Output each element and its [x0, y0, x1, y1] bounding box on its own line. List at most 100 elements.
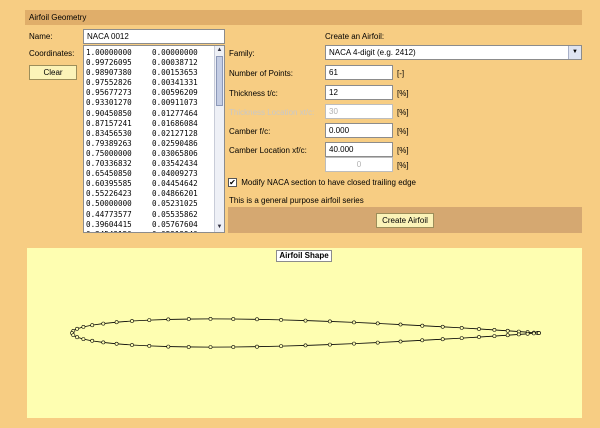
airfoil-point: [101, 321, 106, 326]
coordinate-row: 0.55226423 0.04866201: [86, 189, 214, 199]
camber-location-input[interactable]: 40.000: [325, 142, 393, 157]
thickness-location-input: 30: [325, 104, 393, 119]
coordinate-x: 0.39604415: [86, 219, 132, 229]
points-input[interactable]: 61: [325, 65, 393, 80]
airfoil-point: [114, 320, 119, 325]
airfoil-point: [352, 320, 356, 325]
coordinate-y: 0.05913940: [152, 230, 198, 232]
coordinates-scrollbar[interactable]: ▲ ▼: [214, 46, 224, 232]
airfoil-outline: [71, 318, 540, 348]
airfoil-point: [492, 328, 497, 332]
thickness-input[interactable]: 12: [325, 85, 393, 100]
airfoil-point: [130, 319, 134, 323]
airfoil-point: [147, 318, 152, 323]
airfoil-point: [186, 317, 191, 321]
coordinate-row: 0.98907380 0.00153653: [86, 68, 214, 78]
coordinate-row: 0.39604415 0.05767604: [86, 220, 214, 230]
airfoil-point: [255, 344, 259, 349]
name-label: Name:: [29, 32, 53, 41]
coordinate-x: 0.99726095: [86, 58, 132, 68]
points-unit: [-]: [397, 69, 405, 78]
airfoil-point: [279, 344, 284, 349]
airfoil-point: [279, 318, 284, 322]
closed-te-row[interactable]: ✔ Modify NACA section to have closed tra…: [228, 178, 416, 188]
airfoil-point: [459, 326, 464, 330]
coordinate-y: 0.02590486: [152, 138, 198, 148]
section-title: Airfoil Geometry: [29, 13, 87, 22]
airfoil-point: [81, 325, 86, 329]
airfoil-point: [208, 317, 213, 321]
coordinate-x: 0.83456530: [86, 128, 132, 138]
airfoil-point: [398, 322, 403, 327]
airfoil-point: [440, 324, 445, 329]
airfoil-point: [166, 317, 171, 322]
airfoil-point: [147, 344, 152, 348]
closed-te-label: Modify NACA section to have closed trail…: [241, 178, 416, 188]
coordinate-x: 0.97552826: [86, 78, 132, 88]
coordinate-y: 0.02127128: [152, 128, 198, 138]
airfoil-point: [505, 333, 510, 338]
coordinate-row: 0.97552826 0.00341331: [86, 78, 214, 88]
airfoil-point: [231, 345, 236, 349]
coordinate-row: 0.83456530 0.02127128: [86, 129, 214, 139]
scroll-thumb[interactable]: [216, 56, 223, 106]
coordinate-x: 0.50000000: [86, 199, 132, 209]
coordinate-row: 0.79389263 0.02590486: [86, 139, 214, 149]
airfoil-point: [81, 337, 86, 342]
coordinate-row: 0.90450850 0.01277464: [86, 109, 214, 119]
points-label: Number of Points:: [229, 69, 294, 78]
airfoil-point: [516, 332, 521, 337]
coordinates-textarea[interactable]: 1.00000000 0.00000000 0.99726095 0.00038712…: [83, 45, 225, 233]
coordinate-x: 0.79389263: [86, 138, 132, 148]
airfoil-point: [231, 317, 236, 321]
airfoil-point: [375, 321, 380, 326]
coordinate-x: 0.75000000: [86, 148, 132, 158]
camber-location-unit: [%]: [397, 146, 409, 155]
clear-button[interactable]: Clear: [29, 65, 77, 80]
coordinate-row: 0.50000000 0.05231025: [86, 199, 214, 209]
airfoil-point: [352, 341, 356, 346]
coordinate-row: 0.99726095 0.00038712: [86, 58, 214, 68]
camber-label: Camber f/c:: [229, 127, 271, 136]
airfoil-point: [90, 323, 95, 328]
airfoil-point: [255, 317, 259, 322]
airfoil-point: [477, 327, 481, 331]
airfoil-point: [420, 323, 425, 328]
family-description: This is a general purpose airfoil series: [229, 196, 364, 205]
family-selected-value: NACA 4-digit (e.g. 2412): [329, 48, 416, 57]
airfoil-point: [327, 319, 332, 324]
coordinate-y: 0.03065806: [152, 148, 198, 158]
coordinate-y: 0.04009273: [152, 169, 198, 179]
airfoil-point: [166, 344, 171, 349]
thickness-location-unit: [%]: [397, 108, 409, 117]
camber-input[interactable]: 0.000: [325, 123, 393, 138]
section-header: Airfoil Geometry: [25, 10, 582, 25]
coordinate-x: 0.98907380: [86, 68, 132, 78]
scroll-up-icon[interactable]: ▲: [215, 46, 224, 55]
coordinate-row: 1.00000000 0.00000000: [86, 48, 214, 58]
chevron-down-icon[interactable]: ▼: [568, 46, 581, 59]
coordinate-x: 0.93301270: [86, 98, 132, 108]
extra-param-input: 0: [325, 157, 393, 172]
airfoil-point: [101, 340, 106, 345]
coordinates-label: Coordinates:: [29, 49, 75, 58]
coordinate-x: 0.34549150: [86, 230, 152, 232]
airfoil-point: [531, 331, 536, 336]
airfoil-point: [477, 335, 481, 339]
coordinate-x: 0.70336832: [86, 159, 132, 169]
airfoil-point: [440, 337, 445, 342]
coordinate-y: 0.05231025: [152, 199, 198, 209]
airfoil-point: [130, 343, 134, 347]
airfoil-point: [90, 338, 95, 343]
coordinate-row: 0.345491500.05913940: [86, 230, 214, 232]
family-select[interactable]: NACA 4-digit (e.g. 2412) ▼: [325, 45, 582, 60]
coordinate-row: 0.87157241 0.01686084: [86, 119, 214, 129]
create-airfoil-button[interactable]: Create Airfoil: [376, 213, 434, 228]
scroll-down-icon[interactable]: ▼: [215, 223, 224, 232]
closed-te-checkbox[interactable]: ✔: [228, 178, 237, 188]
coordinate-x: 0.90450850: [86, 108, 132, 118]
family-label: Family:: [229, 49, 255, 58]
name-input[interactable]: NACA 0012: [83, 29, 225, 44]
coordinates-list: 1.00000000 0.00000000 0.99726095 0.00038712…: [86, 48, 214, 232]
coordinate-x: 0.44773577: [86, 209, 132, 219]
